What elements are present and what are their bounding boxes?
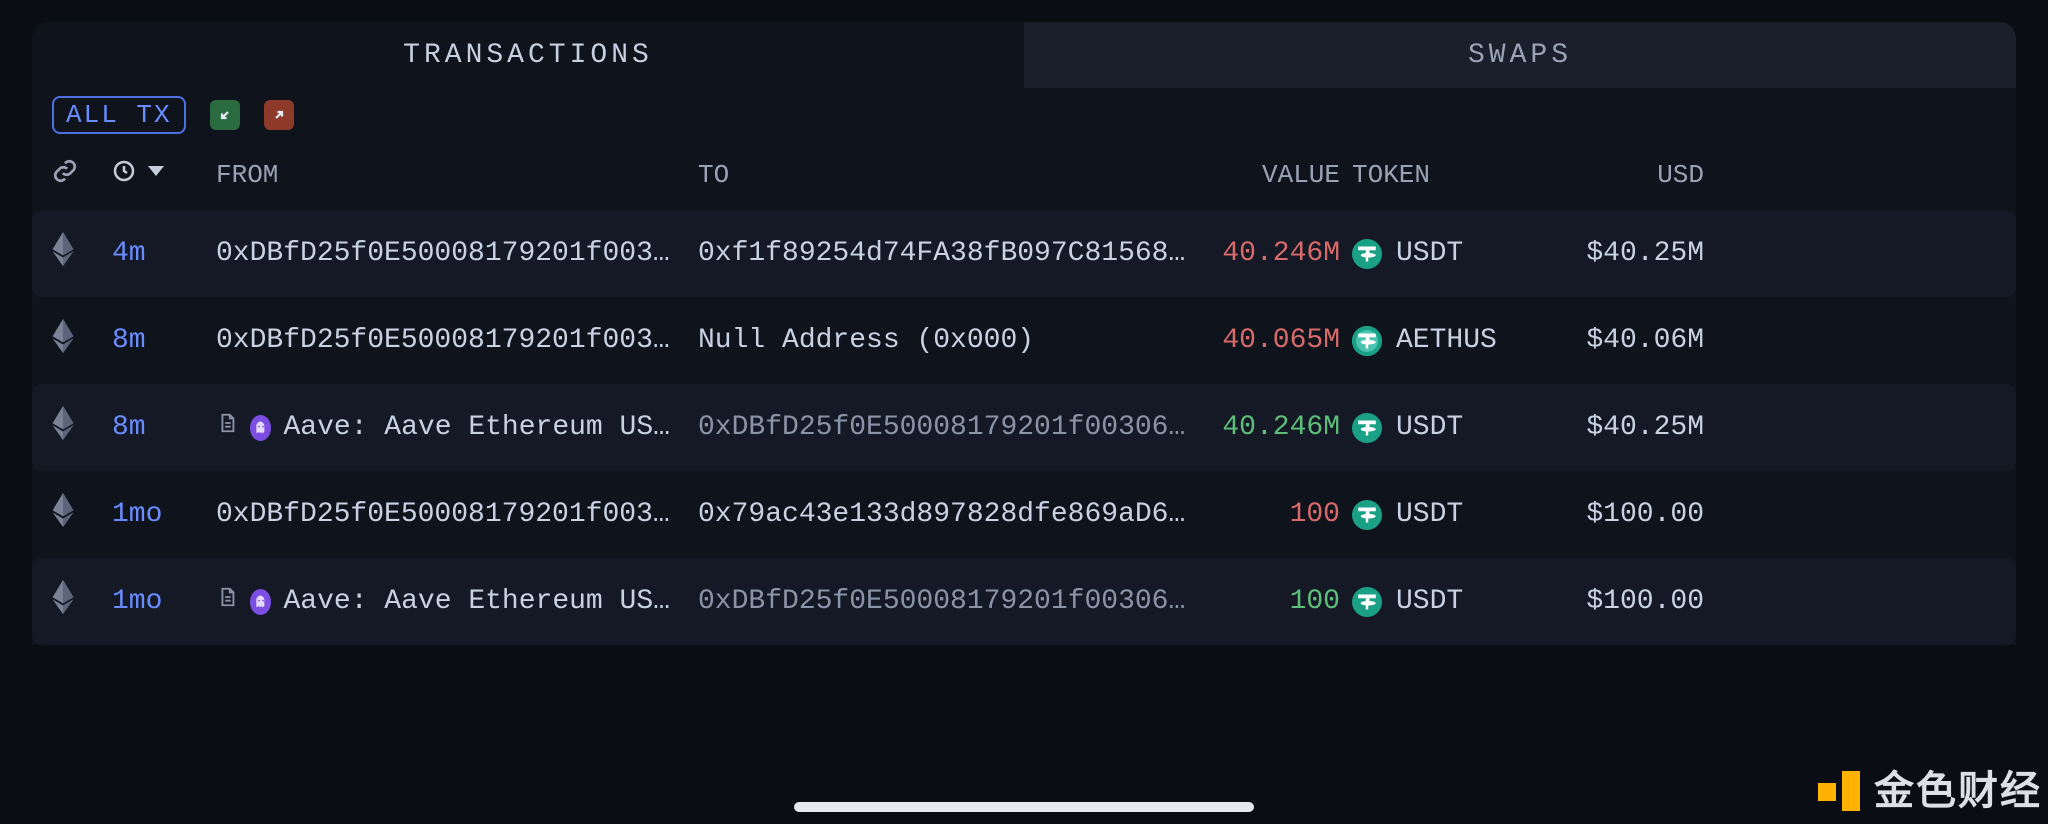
aave-icon xyxy=(250,415,271,441)
from-address: 0xDBfD25f0E50008179201f003066219… xyxy=(216,499,686,530)
usdt-icon xyxy=(1352,587,1382,617)
contract-icon xyxy=(216,410,238,445)
to-address[interactable]: 0xDBfD25f0E50008179201f003066219… xyxy=(698,412,1188,443)
col-usd: USD xyxy=(1564,160,1704,190)
scroll-indicator xyxy=(794,802,1254,812)
tx-value: 40.246M xyxy=(1200,412,1340,443)
token-cell[interactable]: AETHUS xyxy=(1352,325,1552,356)
tabs: TRANSACTIONS SWAPS xyxy=(32,22,2016,88)
aave-icon xyxy=(250,589,271,615)
tx-usd: $100.00 xyxy=(1564,586,1704,617)
usdt-icon xyxy=(1352,413,1382,443)
table-row[interactable]: 8m Aave: Aave Ethereum USDT (aE… 0xDBfD25f… xyxy=(32,384,2016,471)
outgoing-icon[interactable] xyxy=(264,100,294,130)
from-address: Aave: Aave Ethereum USDT (aE… xyxy=(283,586,686,617)
table-row[interactable]: 4m 0xDBfD25f0E50008179201f003066219… 0xf1f… xyxy=(32,210,2016,297)
from-cell[interactable]: Aave: Aave Ethereum USDT (aE… xyxy=(216,584,686,619)
from-cell[interactable]: Aave: Aave Ethereum USDT (aE… xyxy=(216,410,686,445)
contract-icon xyxy=(216,584,238,619)
table-row[interactable]: 8m 0xDBfD25f0E50008179201f003066219… Null … xyxy=(32,297,2016,384)
to-address[interactable]: Null Address (0x000) xyxy=(698,325,1188,356)
filter-bar: ALL TX xyxy=(32,88,2016,144)
token-cell[interactable]: USDT xyxy=(1352,238,1552,269)
col-value: VALUE xyxy=(1200,160,1340,190)
aethus-icon xyxy=(1352,326,1382,356)
tx-time[interactable]: 4m xyxy=(112,238,204,269)
token-cell[interactable]: USDT xyxy=(1352,499,1552,530)
ethereum-icon xyxy=(52,580,100,623)
from-address: 0xDBfD25f0E50008179201f003066219… xyxy=(216,325,686,356)
token-cell[interactable]: USDT xyxy=(1352,586,1552,617)
ethereum-icon xyxy=(52,232,100,275)
token-symbol: USDT xyxy=(1396,586,1463,617)
token-symbol: AETHUS xyxy=(1396,325,1497,356)
from-address: 0xDBfD25f0E50008179201f003066219… xyxy=(216,238,686,269)
ethereum-icon xyxy=(52,319,100,362)
to-address[interactable]: 0x79ac43e133d897828dfe869aD68cAd… xyxy=(698,499,1188,530)
table-row[interactable]: 1mo Aave: Aave Ethereum USDT (aE… 0xDBfD25… xyxy=(32,558,2016,645)
from-address: Aave: Aave Ethereum USDT (aE… xyxy=(283,412,686,443)
token-symbol: USDT xyxy=(1396,238,1463,269)
filter-all-tx[interactable]: ALL TX xyxy=(52,96,186,134)
usdt-icon xyxy=(1352,239,1382,269)
token-symbol: USDT xyxy=(1396,412,1463,443)
tx-usd: $40.25M xyxy=(1564,238,1704,269)
tx-value: 100 xyxy=(1200,499,1340,530)
jinse-logo-icon xyxy=(1816,763,1864,811)
from-cell[interactable]: 0xDBfD25f0E50008179201f003066219… xyxy=(216,238,686,269)
tx-usd: $40.06M xyxy=(1564,325,1704,356)
col-from: FROM xyxy=(216,160,686,190)
watermark: 金色财经 xyxy=(1816,758,2042,816)
to-address[interactable]: 0xf1f89254d74FA38fB097C81568613B… xyxy=(698,238,1188,269)
tx-value: 100 xyxy=(1200,586,1340,617)
tx-time[interactable]: 8m xyxy=(112,325,204,356)
token-symbol: USDT xyxy=(1396,499,1463,530)
tx-time[interactable]: 8m xyxy=(112,412,204,443)
ethereum-icon xyxy=(52,406,100,449)
to-address[interactable]: 0xDBfD25f0E50008179201f003066219… xyxy=(698,586,1188,617)
tx-time[interactable]: 1mo xyxy=(112,499,204,530)
time-sort[interactable] xyxy=(112,159,164,183)
col-to: TO xyxy=(698,160,1188,190)
table-header: FROM TO VALUE TOKEN USD xyxy=(32,144,2016,210)
usdt-icon xyxy=(1352,500,1382,530)
tx-value: 40.246M xyxy=(1200,238,1340,269)
incoming-icon[interactable] xyxy=(210,100,240,130)
ethereum-icon xyxy=(52,493,100,536)
tx-time[interactable]: 1mo xyxy=(112,586,204,617)
token-cell[interactable]: USDT xyxy=(1352,412,1552,443)
tab-swaps[interactable]: SWAPS xyxy=(1024,22,2016,88)
tx-usd: $100.00 xyxy=(1564,499,1704,530)
col-token: TOKEN xyxy=(1352,160,1552,190)
link-icon[interactable] xyxy=(52,158,78,192)
tx-value: 40.065M xyxy=(1200,325,1340,356)
from-cell[interactable]: 0xDBfD25f0E50008179201f003066219… xyxy=(216,499,686,530)
from-cell[interactable]: 0xDBfD25f0E50008179201f003066219… xyxy=(216,325,686,356)
tx-usd: $40.25M xyxy=(1564,412,1704,443)
tab-transactions[interactable]: TRANSACTIONS xyxy=(32,22,1024,88)
table-row[interactable]: 1mo 0xDBfD25f0E50008179201f003066219… 0x79… xyxy=(32,471,2016,558)
